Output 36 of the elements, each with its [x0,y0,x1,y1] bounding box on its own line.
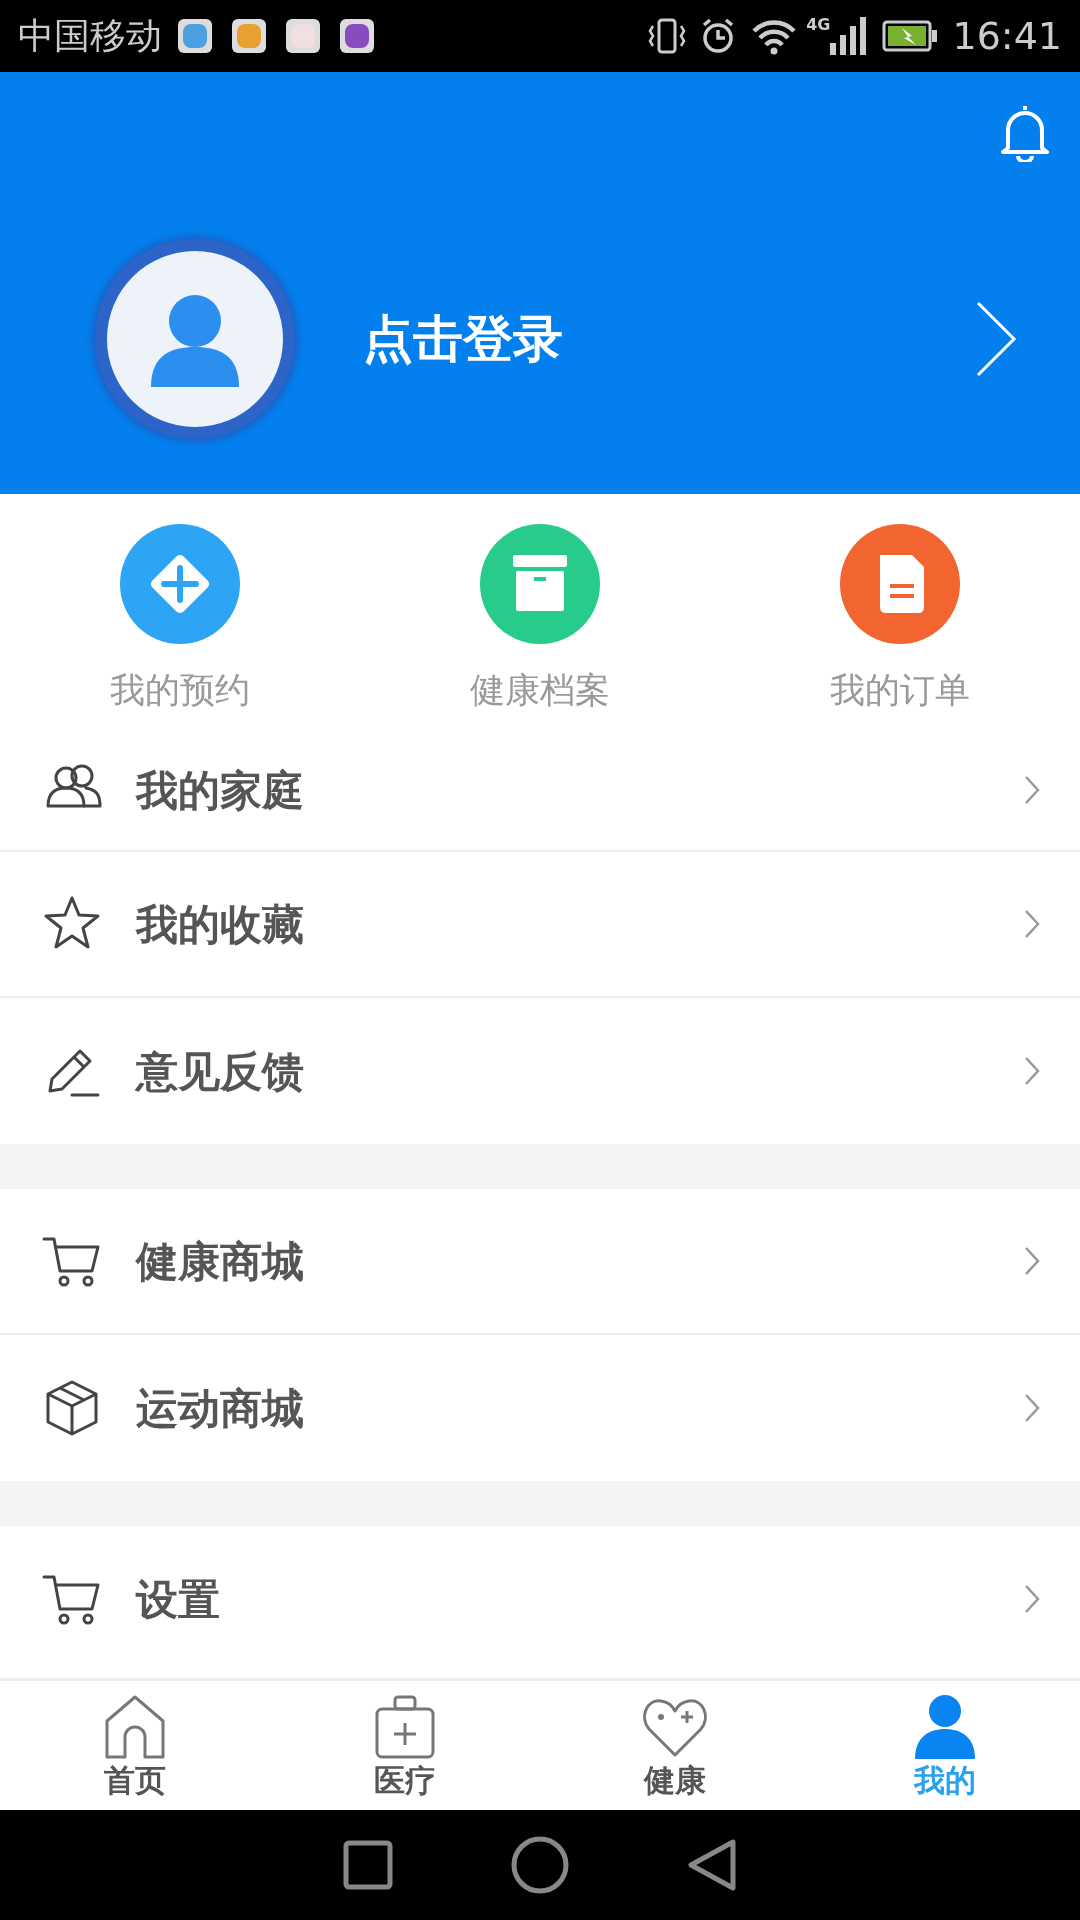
chevron-right-icon [1024,1056,1040,1086]
carrier-name: 中国移动 [18,14,162,58]
chevron-right-icon[interactable] [974,299,1018,379]
chevron-right-icon [1024,1584,1040,1614]
home-circle-icon[interactable] [511,1836,569,1894]
chevron-right-icon [1024,909,1040,939]
menu-row[interactable]: 意见反馈 [0,998,1080,1144]
back-icon[interactable] [687,1838,737,1892]
vibrate-icon [648,16,687,56]
menu-label: 运动商城 [136,1382,304,1435]
nav-tab[interactable]: 首页 [0,1681,270,1810]
menu-label: 健康商城 [136,1235,304,1288]
menu-row[interactable]: 健康商城 [0,1189,1080,1335]
menu-label: 意见反馈 [136,1045,304,1098]
signal-icon [830,17,867,55]
nav-tab[interactable]: 医疗 [270,1681,540,1810]
network-type: 4G [806,17,831,33]
menu-row[interactable]: 设置 [0,1526,1080,1672]
menu-row[interactable]: 运动商城 [0,1335,1080,1481]
wifi-icon [750,17,799,55]
menu-row[interactable]: 我的收藏 [0,852,1080,998]
login-link[interactable]: 点击登录 [363,301,563,377]
battery-icon [882,20,939,52]
chevron-right-icon [1024,775,1040,805]
menu-row[interactable]: 我的家庭 [0,730,1080,852]
archive-box-icon[interactable] [480,524,600,644]
nav-tab[interactable]: 健康 [540,1681,810,1810]
clock-time: 16:41 [952,12,1062,60]
document-icon[interactable] [840,524,960,644]
menu-label: 我的收藏 [136,898,304,951]
appointment-icon[interactable] [120,524,240,644]
chevron-right-icon [1024,1393,1040,1423]
menu-label: 设置 [136,1573,220,1626]
chevron-right-icon [1024,1246,1040,1276]
menu-label: 我的家庭 [136,764,304,817]
recent-apps-icon[interactable] [343,1840,393,1890]
